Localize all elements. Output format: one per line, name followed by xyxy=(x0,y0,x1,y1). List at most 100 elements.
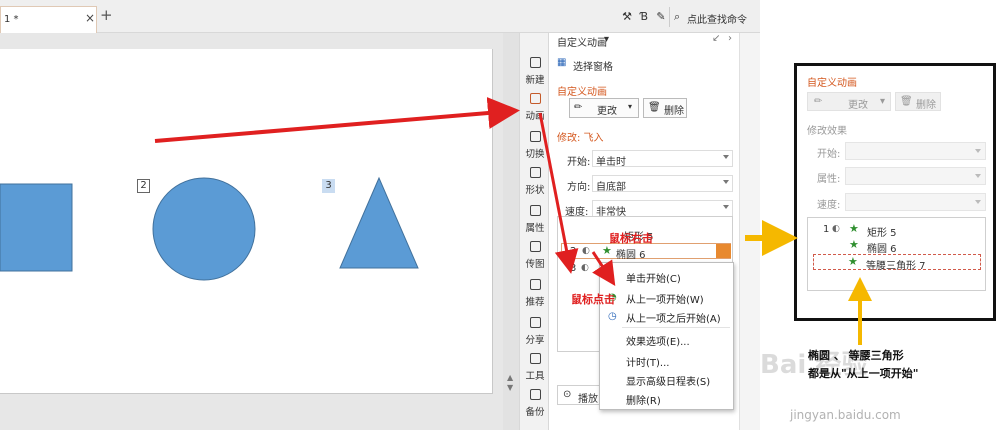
share-icon xyxy=(529,317,541,328)
comment-icon[interactable]: ✎ xyxy=(654,10,668,24)
brush-icon[interactable]: ⚒ xyxy=(620,10,634,24)
animation-order-tag-3: 3 xyxy=(322,179,335,193)
properties-button[interactable]: 属性 xyxy=(520,205,550,245)
section-title: 自定义动画 xyxy=(557,87,607,98)
transition-icon xyxy=(529,131,541,142)
tools-button[interactable]: 工具 xyxy=(520,353,550,393)
tools-label: 工具 xyxy=(525,371,545,382)
chevron-down-icon: ▾ xyxy=(880,96,886,107)
document-tab[interactable]: 1 * × xyxy=(0,6,97,33)
scroll-up-icon[interactable]: ▲ xyxy=(507,373,513,382)
scroll-down-icon[interactable]: ▼ xyxy=(507,383,513,392)
collapse-icon[interactable]: ↙ xyxy=(712,33,720,44)
menu-divider xyxy=(622,327,730,328)
timer-icon: ◷ xyxy=(608,311,617,322)
start-select[interactable]: 单击时 xyxy=(592,150,733,168)
shapes-button[interactable]: 形状 xyxy=(520,167,550,207)
animation-item-3[interactable]: 3 ◐ xyxy=(561,261,601,277)
animation-label: 动画 xyxy=(525,111,545,122)
menu-item-effect-options[interactable]: 效果选项(E)... xyxy=(626,333,690,348)
animation-item-number: 2 xyxy=(570,246,577,257)
rectangle-shape xyxy=(0,183,73,272)
menu-item-remove[interactable]: 删除(R) xyxy=(626,392,661,407)
select-pane-link[interactable]: 选择窗格 xyxy=(573,58,613,73)
callout-item-1: 1 ◐ ★ 矩形 5 xyxy=(823,222,973,239)
slide-shapes xyxy=(0,176,419,281)
callout-item-2: ★ 椭圆 6 xyxy=(823,238,973,255)
delete-button[interactable]: 🗑 删除 xyxy=(643,98,687,118)
ellipse-shape xyxy=(152,177,256,281)
new-slide-icon xyxy=(529,57,541,68)
search-icon: ⌕ xyxy=(674,10,681,23)
menu-item-after-previous[interactable]: 从上一项之后开始(A) xyxy=(626,310,721,325)
document-tab-title: 1 * xyxy=(4,14,19,25)
properties-label: 属性 xyxy=(525,223,545,234)
callout-delete-button: 🗑 删除 xyxy=(895,92,941,111)
pane-header-dropdown-icon[interactable]: ▾ xyxy=(604,34,609,45)
share-button[interactable]: 分享 xyxy=(520,317,550,357)
format-icon[interactable]: Ɓ xyxy=(637,10,651,24)
recommend-button[interactable]: 推荐 xyxy=(520,279,550,319)
callout-item-text: 等腰三角形 7 xyxy=(866,261,926,272)
effect-star-icon: ★ xyxy=(848,255,858,268)
search-box[interactable]: ⌕ 点此查找命令 xyxy=(669,7,760,27)
caption-line-1: 椭圆 、 等腰三角形 xyxy=(808,349,904,362)
new-tab-button[interactable]: + xyxy=(100,6,113,24)
direction-select[interactable]: 自底部 xyxy=(592,175,733,193)
backup-button[interactable]: 备份 xyxy=(520,389,550,429)
triangle-shape xyxy=(339,176,419,269)
close-tab-icon[interactable]: × xyxy=(85,11,95,25)
transition-label: 切换 xyxy=(525,149,545,160)
callout-change-label: 更改 xyxy=(848,100,868,111)
direction-value: 自底部 xyxy=(596,182,626,193)
callout-item-text: 椭圆 6 xyxy=(867,244,897,255)
callout-start-select xyxy=(845,142,986,160)
pane-scrollbar[interactable] xyxy=(739,33,760,430)
menu-item-on-click[interactable]: 单击开始(C) xyxy=(626,270,681,285)
callout-item-text: 矩形 5 xyxy=(867,228,897,239)
recommend-label: 推荐 xyxy=(525,297,545,308)
menu-item-with-previous[interactable]: 从上一项开始(W) xyxy=(626,291,704,306)
shapes-label: 形状 xyxy=(525,185,545,196)
baidu-watermark-url: jingyan.baidu.com xyxy=(790,408,901,422)
shapes-icon xyxy=(529,167,541,178)
menu-item-timing[interactable]: 计时(T)... xyxy=(626,354,669,369)
upload-image-icon xyxy=(529,241,541,252)
tools-icon xyxy=(529,353,541,364)
mouse-icon: ◐ xyxy=(582,246,590,256)
change-button[interactable]: ✏ 更改 ▾ xyxy=(569,98,639,118)
pencil-icon: ✏ xyxy=(814,96,823,107)
animation-item-number: 3 xyxy=(570,263,577,274)
callout-speed-label: 速度: xyxy=(817,200,841,211)
backup-icon xyxy=(529,389,541,400)
change-label: 更改 xyxy=(597,106,617,117)
chevron-down-icon xyxy=(975,200,981,204)
animation-order-tag-2: 2 xyxy=(137,179,150,193)
new-button[interactable]: 新建 xyxy=(520,57,550,97)
chevron-down-icon xyxy=(723,155,729,159)
pane-next-icon[interactable]: › xyxy=(728,33,732,44)
speed-select[interactable]: 非常快 xyxy=(592,200,733,218)
callout-speed-select xyxy=(845,193,986,211)
context-menu: 单击开始(C) ◔ 从上一项开始(W) ◷ 从上一项之后开始(A) 效果选项(E… xyxy=(599,262,734,410)
search-placeholder: 点此查找命令 xyxy=(687,15,747,26)
mouse-icon: ◐ xyxy=(581,263,589,273)
caption-line-2: 都是从"从上一项开始" xyxy=(808,367,919,380)
delete-label: 删除 xyxy=(664,106,684,117)
pencil-icon: ✏ xyxy=(574,102,583,113)
menu-item-advanced-timeline[interactable]: 显示高级日程表(S) xyxy=(626,373,710,388)
slide-scrollbar[interactable]: ▲ ▼ xyxy=(503,33,519,430)
new-label: 新建 xyxy=(525,75,545,86)
item-dropdown-button[interactable] xyxy=(716,244,731,258)
chevron-down-icon xyxy=(975,174,981,178)
transition-button[interactable]: 切换 xyxy=(520,131,550,171)
upload-image-button[interactable]: 传图 xyxy=(520,241,550,281)
animation-button[interactable]: 动画 xyxy=(520,93,550,133)
callout-modify-title: 修改效果 xyxy=(807,126,847,137)
chevron-down-icon: ▾ xyxy=(628,102,633,111)
start-label: 开始: xyxy=(567,157,591,168)
pane-header: 自定义动画 xyxy=(557,38,607,49)
chevron-down-icon xyxy=(975,149,981,153)
chevron-down-icon xyxy=(723,180,729,184)
upload-image-label: 传图 xyxy=(525,259,545,270)
